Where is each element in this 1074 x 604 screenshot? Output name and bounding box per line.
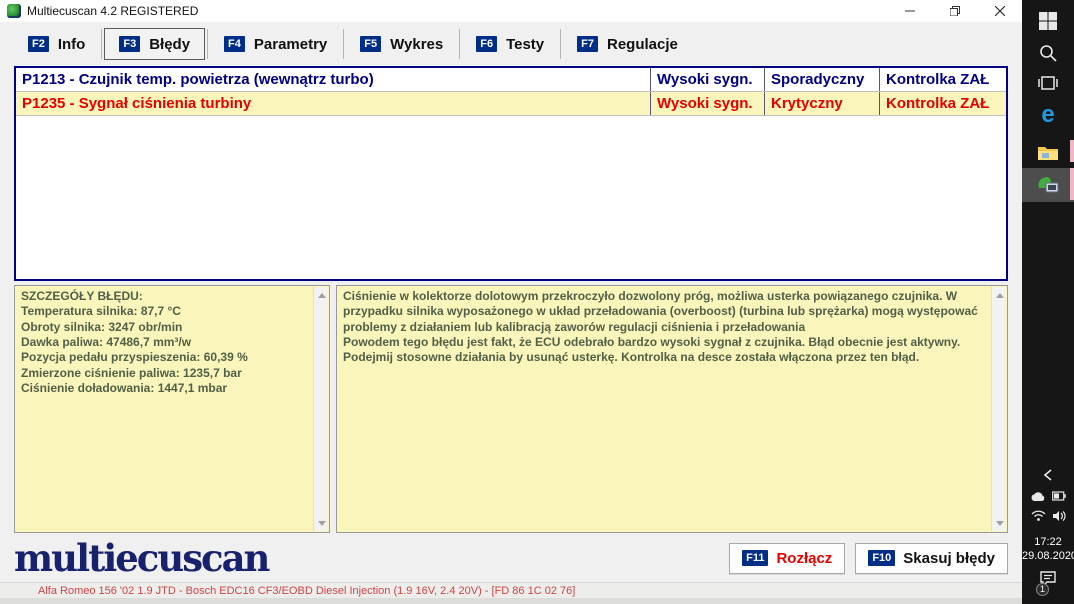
tray-row-2 <box>1022 508 1074 524</box>
error-description: P1235 - Sygnał ciśnienia turbiny <box>16 92 651 115</box>
error-lamp: Kontrolka ZAŁ <box>886 95 990 112</box>
error-status: Sporadyczny <box>765 68 880 91</box>
details-title: SZCZEGÓŁY BŁĘDU: <box>21 289 143 303</box>
tab-divider <box>101 29 103 59</box>
scroll-up-icon[interactable] <box>314 287 329 303</box>
tab-testy[interactable]: F6 Testy <box>462 28 558 60</box>
fkey-badge: F6 <box>476 36 498 52</box>
window-edge <box>0 598 1022 604</box>
start-button[interactable] <box>1022 6 1074 36</box>
titlebar: Multiecuscan 4.2 REGISTERED <box>0 0 1022 22</box>
windows-taskbar: e 17:22 29.08.2020 1 <box>1022 0 1074 604</box>
task-view-icon[interactable] <box>1022 68 1074 98</box>
detail-line: Pozycja pedału przyspieszenia: 60,39 % <box>21 350 248 365</box>
tab-wykres[interactable]: F5 Wykres <box>346 28 457 60</box>
tab-divider <box>343 29 345 59</box>
multiecuscan-logo: multiecuscan <box>14 535 270 580</box>
fkey-badge: F11 <box>742 550 769 566</box>
error-description: P1213 - Czujnik temp. powietrza (wewnątr… <box>16 68 651 91</box>
action-center-icon[interactable]: 1 <box>1022 568 1074 596</box>
detail-line: Temperatura silnika: 87,7 °C <box>21 304 181 319</box>
vehicle-status-text: Alfa Romeo 156 '02 1.9 JTD - Bosch EDC16… <box>38 584 576 597</box>
battery-icon <box>1052 491 1066 501</box>
tab-bar: F2 Info F3 Błędy F4 Parametry F5 Wykres … <box>0 22 1022 66</box>
description-paragraph: Powodem tego błędu jest fakt, że ECU ode… <box>343 335 961 365</box>
scroll-up-icon[interactable] <box>992 287 1007 303</box>
error-details-panel: SZCZEGÓŁY BŁĘDU: Temperatura silnika: 87… <box>14 285 330 533</box>
close-button[interactable] <box>977 0 1022 22</box>
error-signal: Wysoki sygn. <box>651 68 765 91</box>
onedrive-cloud-icon <box>1031 491 1045 501</box>
wallpaper-sliver <box>1070 168 1074 200</box>
search-icon[interactable] <box>1022 38 1074 68</box>
detail-line: Zmierzone ciśnienie paliwa: 1235,7 bar <box>21 365 242 380</box>
disconnect-button[interactable]: F11 Rozłącz <box>729 542 846 574</box>
app-logo-icon <box>7 4 21 18</box>
tab-divider <box>207 29 209 59</box>
detail-line: Dawka paliwa: 47486,7 mm³/w <box>21 335 192 350</box>
clock-date[interactable]: 29.08.2020 <box>1022 550 1074 562</box>
restore-button[interactable] <box>932 0 977 22</box>
fkey-badge: F3 <box>119 36 141 52</box>
wallpaper-sliver <box>1070 140 1074 162</box>
error-description-panel: Ciśnienie w kolektorze dolotowym przekro… <box>336 285 1008 533</box>
description-scrollbar[interactable] <box>991 287 1006 531</box>
window-controls <box>887 0 1022 22</box>
detail-line: Obroty silnika: 3247 obr/min <box>21 319 183 334</box>
edge-browser-icon[interactable]: e <box>1022 98 1074 132</box>
tray-row-1 <box>1022 488 1074 504</box>
status-bar: Alfa Romeo 156 '02 1.9 JTD - Bosch EDC16… <box>0 582 1022 598</box>
error-description-text: Ciśnienie w kolektorze dolotowym przekro… <box>343 289 989 529</box>
wifi-icon <box>1031 510 1045 521</box>
fkey-badge: F2 <box>28 36 49 52</box>
footer-bar: multiecuscan F11 Rozłącz F10 Skasuj błęd… <box>14 537 1008 579</box>
description-paragraph: Ciśnienie w kolektorze dolotowym przekro… <box>343 289 978 334</box>
fkey-badge: F5 <box>360 36 382 52</box>
speaker-icon <box>1052 511 1066 521</box>
clock-time[interactable]: 17:22 <box>1022 536 1074 548</box>
desktop-screen: Multiecuscan 4.2 REGISTERED F2 Info F3 B… <box>0 0 1074 604</box>
error-status: Krytyczny <box>765 92 880 115</box>
error-row-p1235[interactable]: P1235 - Sygnał ciśnienia turbiny Wysoki … <box>16 92 1006 116</box>
file-explorer-icon[interactable] <box>1022 138 1074 168</box>
minimize-button[interactable] <box>887 0 932 22</box>
scroll-down-icon[interactable] <box>992 515 1007 531</box>
window-title: Multiecuscan 4.2 REGISTERED <box>27 4 199 18</box>
notification-badge: 1 <box>1036 582 1049 596</box>
fkey-badge: F4 <box>224 36 245 52</box>
multiecuscan-window: Multiecuscan 4.2 REGISTERED F2 Info F3 B… <box>0 0 1022 604</box>
error-lamp: Kontrolka ZAŁ <box>886 71 990 88</box>
scroll-down-icon[interactable] <box>314 515 329 531</box>
tab-info[interactable]: F2 Info <box>14 28 99 60</box>
show-hidden-icons-chevron[interactable] <box>1022 466 1074 484</box>
error-row-p1213[interactable]: P1213 - Czujnik temp. powietrza (wewnątr… <box>16 68 1006 92</box>
tab-parametry[interactable]: F4 Parametry <box>210 28 341 60</box>
detail-line: Ciśnienie doładowania: 1447,1 mbar <box>21 381 228 396</box>
fkey-badge: F7 <box>577 36 598 52</box>
tab-divider <box>560 29 562 59</box>
error-list: P1213 - Czujnik temp. powietrza (wewnątr… <box>14 66 1008 281</box>
details-scrollbar[interactable] <box>313 287 328 531</box>
clear-errors-button[interactable]: F10 Skasuj błędy <box>855 542 1008 574</box>
tab-divider <box>459 29 461 59</box>
error-signal: Wysoki sygn. <box>651 92 765 115</box>
multiecuscan-taskbar-icon[interactable] <box>1022 168 1074 202</box>
fkey-badge: F10 <box>868 550 896 566</box>
error-details-text: SZCZEGÓŁY BŁĘDU: Temperatura silnika: 87… <box>21 289 311 529</box>
tab-regulacje[interactable]: F7 Regulacje <box>563 28 692 60</box>
detail-panels: SZCZEGÓŁY BŁĘDU: Temperatura silnika: 87… <box>14 285 1008 533</box>
tab-bledy[interactable]: F3 Błędy <box>104 28 206 60</box>
